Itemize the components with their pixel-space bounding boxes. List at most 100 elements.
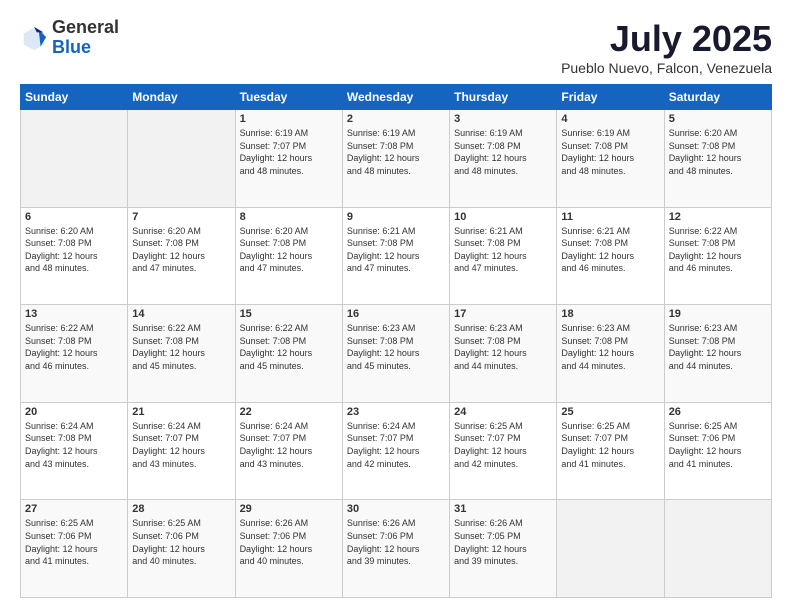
day-number: 22 [240,406,338,418]
location-subtitle: Pueblo Nuevo, Falcon, Venezuela [561,60,772,76]
day-info: Sunrise: 6:22 AM Sunset: 7:08 PM Dayligh… [132,322,230,372]
day-info: Sunrise: 6:23 AM Sunset: 7:08 PM Dayligh… [561,322,659,372]
day-number: 20 [25,406,123,418]
day-number: 1 [240,113,338,125]
day-number: 11 [561,211,659,223]
day-number: 30 [347,503,445,515]
calendar-cell: 2Sunrise: 6:19 AM Sunset: 7:08 PM Daylig… [342,110,449,208]
calendar-week-row: 6Sunrise: 6:20 AM Sunset: 7:08 PM Daylig… [21,207,772,305]
logo-blue-text: Blue [52,37,91,57]
calendar-cell: 21Sunrise: 6:24 AM Sunset: 7:07 PM Dayli… [128,402,235,500]
day-number: 9 [347,211,445,223]
day-info: Sunrise: 6:19 AM Sunset: 7:08 PM Dayligh… [454,127,552,177]
day-number: 13 [25,308,123,320]
day-number: 23 [347,406,445,418]
day-info: Sunrise: 6:21 AM Sunset: 7:08 PM Dayligh… [347,225,445,275]
calendar-cell [128,110,235,208]
day-number: 8 [240,211,338,223]
calendar-week-row: 27 Sunrise: 6:25 AM Sunset: 7:06 PM Dayli… [21,500,772,598]
day-number: 21 [132,406,230,418]
day-number: 25 [561,406,659,418]
day-number: 27 [25,503,123,515]
logo: General Blue [20,18,119,58]
calendar-cell [21,110,128,208]
day-number: 10 [454,211,552,223]
calendar-cell: 26 Sunrise: 6:25 AM Sunset: 7:06 PM Dayli… [664,402,771,500]
day-number: 18 [561,308,659,320]
day-number: 28 [132,503,230,515]
day-info: Sunrise: 6:22 AM Sunset: 7:08 PM Dayligh… [25,322,123,372]
day-number: 4 [561,113,659,125]
calendar-cell: 3 Sunrise: 6:19 AM Sunset: 7:08 PM Daylig… [450,110,557,208]
title-block: July 2025 Pueblo Nuevo, Falcon, Venezuel… [561,18,772,76]
day-info: Sunrise: 6:25 AM Sunset: 7:07 PM Dayligh… [561,420,659,470]
day-number: 29 [240,503,338,515]
day-info: Sunrise: 6:20 AM Sunset: 7:08 PM Dayligh… [669,127,767,177]
calendar-week-row: 20Sunrise: 6:24 AM Sunset: 7:08 PM Dayli… [21,402,772,500]
calendar-cell [664,500,771,598]
day-number: 5 [669,113,767,125]
calendar-cell: 29 Sunrise: 6:26 AM Sunset: 7:06 PM Dayli… [235,500,342,598]
day-info: Sunrise: 6:22 AM Sunset: 7:08 PM Dayligh… [669,225,767,275]
day-info: Sunrise: 6:25 AM Sunset: 7:06 PM Dayligh… [25,517,123,567]
day-number: 3 [454,113,552,125]
day-info: Sunrise: 6:25 AM Sunset: 7:07 PM Dayligh… [454,420,552,470]
calendar-table: SundayMondayTuesdayWednesdayThursdayFrid… [20,84,772,598]
day-number: 14 [132,308,230,320]
calendar-cell: 28 Sunrise: 6:25 AM Sunset: 7:06 PM Dayli… [128,500,235,598]
day-number: 7 [132,211,230,223]
day-number: 26 [669,406,767,418]
logo-general-text: General [52,17,119,37]
month-title: July 2025 [561,18,772,60]
calendar-cell: 11 Sunrise: 6:21 AM Sunset: 7:08 PM Dayli… [557,207,664,305]
calendar-cell: 18 Sunrise: 6:23 AM Sunset: 7:08 PM Dayli… [557,305,664,403]
day-info: Sunrise: 6:23 AM Sunset: 7:08 PM Dayligh… [669,322,767,372]
day-info: Sunrise: 6:21 AM Sunset: 7:08 PM Dayligh… [561,225,659,275]
calendar-cell: 25 Sunrise: 6:25 AM Sunset: 7:07 PM Dayli… [557,402,664,500]
calendar-cell: 4 Sunrise: 6:19 AM Sunset: 7:08 PM Daylig… [557,110,664,208]
day-info: Sunrise: 6:26 AM Sunset: 7:06 PM Dayligh… [347,517,445,567]
day-info: Sunrise: 6:26 AM Sunset: 7:06 PM Dayligh… [240,517,338,567]
day-number: 16 [347,308,445,320]
day-of-week-header: Monday [128,85,235,110]
day-of-week-header: Thursday [450,85,557,110]
day-of-week-header: Saturday [664,85,771,110]
calendar-cell: 9 Sunrise: 6:21 AM Sunset: 7:08 PM Daylig… [342,207,449,305]
calendar-cell: 20Sunrise: 6:24 AM Sunset: 7:08 PM Dayli… [21,402,128,500]
day-number: 2 [347,113,445,125]
calendar-cell: 15Sunrise: 6:22 AM Sunset: 7:08 PM Dayli… [235,305,342,403]
calendar-week-row: 1 Sunrise: 6:19 AM Sunset: 7:07 PM Daylig… [21,110,772,208]
header: General Blue July 2025 Pueblo Nuevo, Fal… [20,18,772,76]
calendar-cell: 31 Sunrise: 6:26 AM Sunset: 7:05 PM Dayli… [450,500,557,598]
day-info: Sunrise: 6:25 AM Sunset: 7:06 PM Dayligh… [669,420,767,470]
day-info: Sunrise: 6:20 AM Sunset: 7:08 PM Dayligh… [25,225,123,275]
calendar-cell: 5 Sunrise: 6:20 AM Sunset: 7:08 PM Daylig… [664,110,771,208]
day-info: Sunrise: 6:20 AM Sunset: 7:08 PM Dayligh… [132,225,230,275]
day-number: 31 [454,503,552,515]
day-of-week-header: Tuesday [235,85,342,110]
page: General Blue July 2025 Pueblo Nuevo, Fal… [0,0,792,612]
day-number: 12 [669,211,767,223]
day-info: Sunrise: 6:19 AM Sunset: 7:07 PM Dayligh… [240,127,338,177]
calendar-cell: 17Sunrise: 6:23 AM Sunset: 7:08 PM Dayli… [450,305,557,403]
calendar-cell: 24 Sunrise: 6:25 AM Sunset: 7:07 PM Dayli… [450,402,557,500]
calendar-cell: 7 Sunrise: 6:20 AM Sunset: 7:08 PM Daylig… [128,207,235,305]
day-info: Sunrise: 6:24 AM Sunset: 7:07 PM Dayligh… [240,420,338,470]
calendar-cell: 14 Sunrise: 6:22 AM Sunset: 7:08 PM Dayli… [128,305,235,403]
day-number: 17 [454,308,552,320]
calendar-cell: 30 Sunrise: 6:26 AM Sunset: 7:06 PM Dayli… [342,500,449,598]
day-number: 24 [454,406,552,418]
calendar-cell: 6Sunrise: 6:20 AM Sunset: 7:08 PM Daylig… [21,207,128,305]
day-info: Sunrise: 6:26 AM Sunset: 7:05 PM Dayligh… [454,517,552,567]
calendar-cell: 13 Sunrise: 6:22 AM Sunset: 7:08 PM Dayli… [21,305,128,403]
calendar-week-row: 13 Sunrise: 6:22 AM Sunset: 7:08 PM Dayli… [21,305,772,403]
day-info: Sunrise: 6:25 AM Sunset: 7:06 PM Dayligh… [132,517,230,567]
calendar-cell: 10Sunrise: 6:21 AM Sunset: 7:08 PM Dayli… [450,207,557,305]
day-info: Sunrise: 6:24 AM Sunset: 7:07 PM Dayligh… [347,420,445,470]
calendar-cell: 22 Sunrise: 6:24 AM Sunset: 7:07 PM Dayli… [235,402,342,500]
day-info: Sunrise: 6:23 AM Sunset: 7:08 PM Dayligh… [347,322,445,372]
calendar-cell: 23 Sunrise: 6:24 AM Sunset: 7:07 PM Dayli… [342,402,449,500]
calendar-cell: 27 Sunrise: 6:25 AM Sunset: 7:06 PM Dayli… [21,500,128,598]
calendar-cell: 19Sunrise: 6:23 AM Sunset: 7:08 PM Dayli… [664,305,771,403]
day-info: Sunrise: 6:19 AM Sunset: 7:08 PM Dayligh… [561,127,659,177]
